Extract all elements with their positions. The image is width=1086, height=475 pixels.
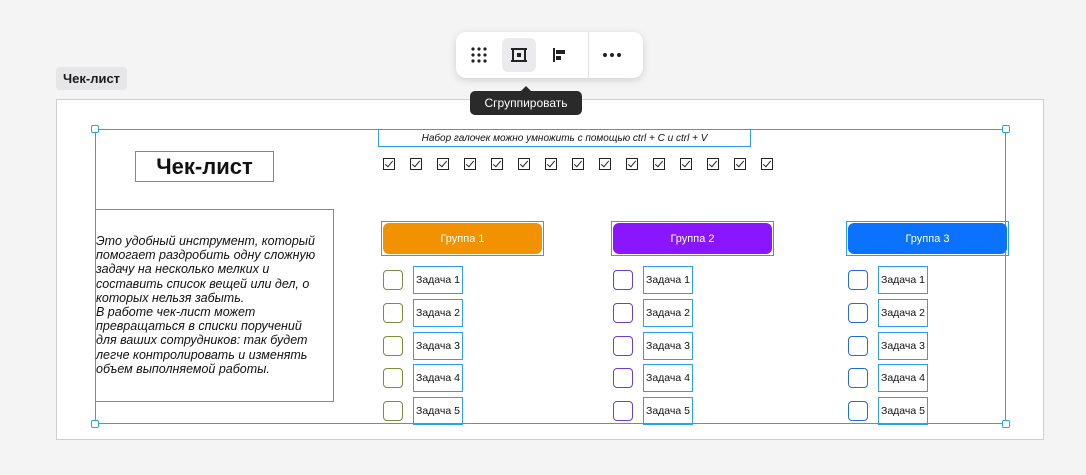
checkmark-box[interactable] <box>680 158 692 170</box>
task-checkbox[interactable] <box>613 336 633 356</box>
task-row[interactable]: Задача 3 <box>613 332 693 360</box>
task-label[interactable]: Задача 2 <box>413 299 463 327</box>
task-row[interactable]: Задача 4 <box>848 364 928 392</box>
checkmarks-row[interactable] <box>383 158 788 170</box>
toolbar-separator <box>588 32 589 78</box>
task-checkbox[interactable] <box>613 401 633 421</box>
checkmark-box[interactable] <box>491 158 503 170</box>
checkmark-box[interactable] <box>653 158 665 170</box>
resize-handle-top-right[interactable] <box>1002 125 1010 133</box>
task-row[interactable]: Задача 3 <box>383 332 463 360</box>
resize-handle-top-left[interactable] <box>91 125 99 133</box>
task-label[interactable]: Задача 2 <box>643 299 693 327</box>
group-header-2[interactable]: Группа 2 <box>613 223 772 254</box>
task-checkbox[interactable] <box>383 336 403 356</box>
task-checkbox[interactable] <box>383 270 403 290</box>
task-label[interactable]: Задача 1 <box>878 266 928 294</box>
checklist-title[interactable]: Чек-лист <box>135 151 274 182</box>
grid-dots-button[interactable] <box>462 38 496 72</box>
task-checkbox[interactable] <box>383 368 403 388</box>
task-label[interactable]: Задача 1 <box>643 266 693 294</box>
more-icon <box>603 53 621 57</box>
group-header-1[interactable]: Группа 1 <box>383 223 542 254</box>
checkmark-box[interactable] <box>383 158 395 170</box>
task-label[interactable]: Задача 3 <box>643 332 693 360</box>
task-label[interactable]: Задача 1 <box>413 266 463 294</box>
task-label[interactable]: Задача 3 <box>878 332 928 360</box>
task-row[interactable]: Задача 5 <box>848 397 928 425</box>
task-label[interactable]: Задача 5 <box>413 397 463 425</box>
task-checkbox[interactable] <box>383 401 403 421</box>
align-left-icon <box>553 48 565 62</box>
more-button[interactable] <box>595 38 629 72</box>
task-checkbox[interactable] <box>613 368 633 388</box>
task-label[interactable]: Задача 3 <box>413 332 463 360</box>
group-frame-icon <box>511 48 527 62</box>
checkmark-box[interactable] <box>626 158 638 170</box>
checkmark-box[interactable] <box>518 158 530 170</box>
task-row[interactable]: Задача 3 <box>848 332 928 360</box>
task-checkbox[interactable] <box>848 303 868 323</box>
checkmark-box[interactable] <box>437 158 449 170</box>
task-label[interactable]: Задача 4 <box>413 364 463 392</box>
task-row[interactable]: Задача 1 <box>383 266 463 294</box>
task-row[interactable]: Задача 2 <box>383 299 463 327</box>
task-label[interactable]: Задача 4 <box>643 364 693 392</box>
task-checkbox[interactable] <box>383 303 403 323</box>
task-checkbox[interactable] <box>848 368 868 388</box>
task-row[interactable]: Задача 4 <box>613 364 693 392</box>
task-row[interactable]: Задача 5 <box>383 397 463 425</box>
checkmark-box[interactable] <box>761 158 773 170</box>
grid-dots-icon <box>471 47 487 63</box>
task-checkbox[interactable] <box>613 303 633 323</box>
task-row[interactable]: Задача 1 <box>613 266 693 294</box>
task-checkbox[interactable] <box>848 401 868 421</box>
checkmark-box[interactable] <box>545 158 557 170</box>
tooltip: Сгруппировать <box>470 86 582 115</box>
task-label[interactable]: Задача 4 <box>878 364 928 392</box>
description-text[interactable]: Это удобный инструмент, который помогает… <box>95 209 334 402</box>
task-row[interactable]: Задача 2 <box>613 299 693 327</box>
checkmark-box[interactable] <box>734 158 746 170</box>
task-checkbox[interactable] <box>848 270 868 290</box>
task-row[interactable]: Задача 5 <box>613 397 693 425</box>
task-checkbox[interactable] <box>848 336 868 356</box>
checkmark-box[interactable] <box>707 158 719 170</box>
task-label[interactable]: Задача 2 <box>878 299 928 327</box>
resize-handle-bottom-left[interactable] <box>91 420 99 428</box>
checkmark-box[interactable] <box>410 158 422 170</box>
resize-handle-bottom-right[interactable] <box>1002 420 1010 428</box>
checkmark-box[interactable] <box>599 158 611 170</box>
task-label[interactable]: Задача 5 <box>643 397 693 425</box>
group-header-3[interactable]: Группа 3 <box>848 223 1007 254</box>
align-button[interactable] <box>542 38 576 72</box>
floating-toolbar <box>456 32 643 78</box>
task-label[interactable]: Задача 5 <box>878 397 928 425</box>
checkmark-box[interactable] <box>572 158 584 170</box>
group-button[interactable] <box>502 38 536 72</box>
hint-text[interactable]: Набор галочек можно умножить с помощью c… <box>378 129 751 147</box>
task-checkbox[interactable] <box>613 270 633 290</box>
task-row[interactable]: Задача 2 <box>848 299 928 327</box>
checkmark-box[interactable] <box>464 158 476 170</box>
task-row[interactable]: Задача 1 <box>848 266 928 294</box>
task-row[interactable]: Задача 4 <box>383 364 463 392</box>
frame-label[interactable]: Чек-лист <box>56 67 128 90</box>
